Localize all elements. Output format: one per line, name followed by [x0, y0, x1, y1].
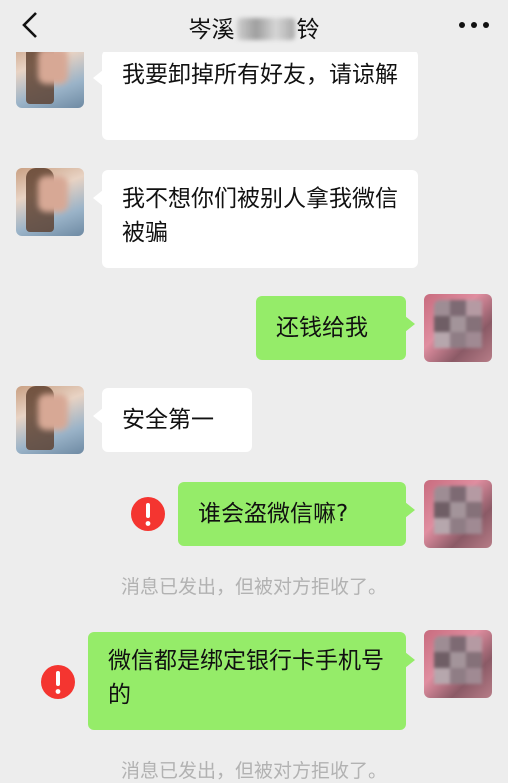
chat-header: 岑溪 铃	[0, 0, 508, 52]
message-bubble-incoming[interactable]: 我要卸掉所有好友，请谅解	[93, 50, 418, 140]
contact-avatar[interactable]	[16, 168, 84, 236]
more-dots-icon[interactable]	[456, 14, 492, 36]
chat-title: 岑溪 铃	[0, 10, 508, 44]
rejected-notice: 消息已发出，但被对方拒收了。	[120, 760, 387, 782]
self-avatar[interactable]	[424, 294, 492, 362]
contact-avatar[interactable]	[16, 386, 84, 454]
chat-title-suffix: 铃	[296, 17, 320, 43]
message-bubble-incoming[interactable]: 我不想你们被别人拿我微信被骗	[93, 170, 418, 268]
send-failed-icon[interactable]	[40, 664, 76, 700]
message-bubble-outgoing[interactable]: 还钱给我	[256, 296, 415, 360]
self-avatar[interactable]	[424, 630, 492, 698]
message-bubble-outgoing[interactable]: 谁会盗微信嘛?	[178, 482, 415, 546]
rejected-notice: 消息已发出，但被对方拒收了。	[120, 576, 387, 598]
self-avatar[interactable]	[424, 480, 492, 548]
send-failed-icon[interactable]	[130, 496, 166, 532]
chat-title-prefix: 岑溪	[188, 17, 235, 43]
name-blur	[236, 18, 295, 40]
message-bubble-outgoing[interactable]: 微信都是绑定银行卡手机号的	[88, 632, 415, 730]
message-bubble-incoming[interactable]: 安全第一	[93, 388, 252, 452]
